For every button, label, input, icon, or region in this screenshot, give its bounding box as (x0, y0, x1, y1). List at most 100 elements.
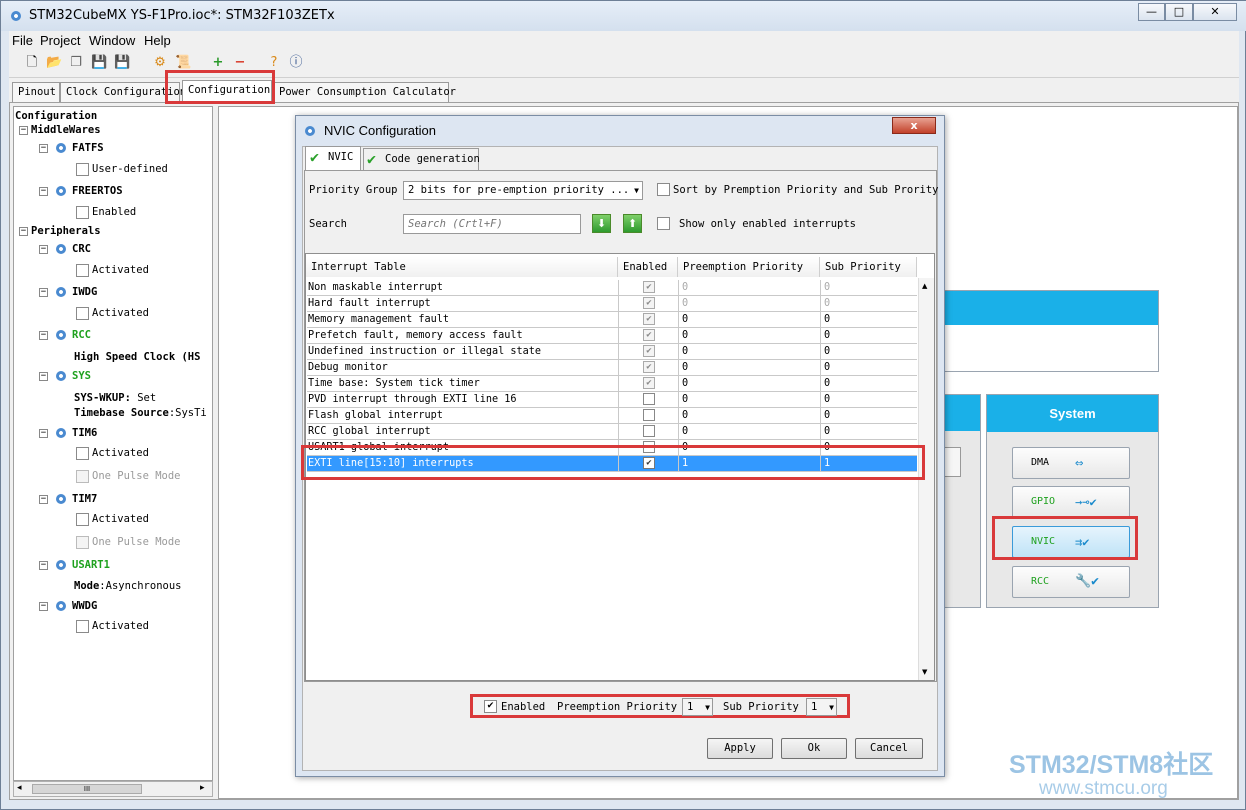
expand-middlewares[interactable]: − (19, 126, 28, 135)
expand-iwdg[interactable]: − (39, 288, 48, 297)
tree-crc[interactable]: CRC (72, 243, 91, 255)
expand-sys[interactable]: − (39, 372, 48, 381)
enabled-checkbox[interactable] (643, 425, 655, 437)
table-row[interactable]: Prefetch fault, memory access fault ✔ 0 0 (307, 328, 917, 344)
tim6-one-pulse-checkbox[interactable] (76, 470, 89, 483)
report-icon[interactable]: 📜 (175, 55, 191, 71)
menu-project[interactable]: Project (40, 33, 80, 48)
tab-clock-configuration[interactable]: Clock Configuration (60, 82, 186, 102)
table-row[interactable]: Time base: System tick timer ✔ 0 0 (307, 376, 917, 392)
tree-rcc[interactable]: RCC (72, 329, 91, 341)
copy-icon[interactable]: ❐ (68, 55, 84, 71)
expand-crc[interactable]: − (39, 245, 48, 254)
table-row[interactable]: Debug monitor ✔ 0 0 (307, 360, 917, 376)
enabled-checkbox[interactable] (643, 409, 655, 421)
enabled-checkbox[interactable] (643, 393, 655, 405)
zoom-in-icon[interactable]: + (210, 55, 226, 71)
tree-wwdg[interactable]: WWDG (72, 600, 97, 612)
scroll-down-icon[interactable]: ▼ (922, 668, 927, 676)
table-row[interactable]: Hard fault interrupt ✔ 0 0 (307, 296, 917, 312)
tab-nvic[interactable]: ✔ NVIC (305, 146, 361, 170)
search-input[interactable] (403, 214, 581, 234)
tree-peripherals[interactable]: Peripherals (31, 225, 101, 237)
expand-tim6[interactable]: − (39, 429, 48, 438)
about-icon[interactable]: ⓘ (288, 55, 304, 71)
system-dma-button[interactable]: DMA ⇔ (1012, 447, 1130, 479)
column-header-preemption[interactable]: Preemption Priority (678, 257, 820, 277)
tree-iwdg[interactable]: IWDG (72, 286, 97, 298)
column-header-sub-priority[interactable]: Sub Priority (820, 257, 917, 277)
interrupt-name: RCC global interrupt (307, 424, 619, 439)
tree-tim6[interactable]: TIM6 (72, 427, 97, 439)
save-icon[interactable]: 💾 (91, 55, 107, 71)
expand-freertos[interactable]: − (39, 187, 48, 196)
tab-pinout[interactable]: Pinout (12, 82, 60, 102)
expand-wwdg[interactable]: − (39, 602, 48, 611)
table-row[interactable]: Memory management fault ✔ 0 0 (307, 312, 917, 328)
tree-tim7[interactable]: TIM7 (72, 493, 97, 505)
scroll-thumb[interactable]: III (32, 784, 142, 794)
menu-window[interactable]: Window (89, 33, 135, 48)
fatfs-user-defined-checkbox[interactable] (76, 163, 89, 176)
system-gpio-button[interactable]: GPIO →⊸✔ (1012, 486, 1130, 518)
tree-sys[interactable]: SYS (72, 370, 91, 382)
tab-power-consumption[interactable]: Power Consumption Calculator (273, 82, 456, 102)
tree-horizontal-scrollbar[interactable]: ◂ III ▸ (13, 781, 213, 797)
table-row[interactable]: Flash global interrupt 0 0 (307, 408, 917, 424)
open-folder-icon[interactable]: 📂 (46, 55, 62, 71)
tim6-activated-checkbox[interactable] (76, 447, 89, 460)
tree-usart1[interactable]: USART1 (72, 559, 110, 571)
priority-group-select[interactable]: 2 bits for pre-emption priority ... ▼ (403, 181, 643, 200)
scroll-left-icon[interactable]: ◂ (17, 783, 22, 793)
generate-code-icon[interactable]: ⚙ (152, 55, 168, 71)
tim7-one-pulse-label: One Pulse Mode (92, 536, 181, 548)
help-icon[interactable]: ? (266, 55, 282, 71)
ok-button[interactable]: Ok (781, 738, 847, 759)
zoom-out-icon[interactable]: − (232, 55, 248, 71)
tab-nvic-label: NVIC (328, 151, 354, 163)
column-header-interrupt[interactable]: Interrupt Table (306, 257, 618, 277)
crc-activated-checkbox[interactable] (76, 264, 89, 277)
expand-peripherals[interactable]: − (19, 227, 28, 236)
expand-usart1[interactable]: − (39, 561, 48, 570)
tab-code-generation[interactable]: ✔ Code generation (363, 148, 480, 170)
maximize-button[interactable]: □ (1165, 3, 1193, 21)
new-project-icon[interactable]: 🗋 (24, 55, 40, 71)
scroll-right-icon[interactable]: ▸ (200, 783, 205, 793)
preemption-priority-select[interactable]: 1 ▼ (682, 698, 713, 716)
show-enabled-checkbox[interactable] (657, 217, 670, 230)
preemption-priority-cell: 0 (679, 312, 821, 327)
tree-fatfs[interactable]: FATFS (72, 142, 104, 154)
tim7-activated-checkbox[interactable] (76, 513, 89, 526)
tree-freertos[interactable]: FREERTOS (72, 185, 123, 197)
cancel-button[interactable]: Cancel (855, 738, 923, 759)
apply-button[interactable]: Apply (707, 738, 773, 759)
menu-file[interactable]: File (12, 33, 33, 48)
table-row[interactable]: Undefined instruction or illegal state ✔ 0… (307, 344, 917, 360)
table-row[interactable]: Non maskable interrupt ✔ 0 0 (307, 280, 917, 296)
system-rcc-button[interactable]: RCC 🔧✔ (1012, 566, 1130, 598)
tree-middlewares[interactable]: MiddleWares (31, 124, 101, 136)
save-as-icon[interactable]: 💾 (114, 55, 130, 71)
column-header-enabled[interactable]: Enabled (618, 257, 678, 277)
sub-priority-select[interactable]: 1 ▼ (806, 698, 837, 716)
expand-fatfs[interactable]: − (39, 144, 48, 153)
peripheral-button[interactable] (943, 447, 961, 477)
tim7-one-pulse-checkbox[interactable] (76, 536, 89, 549)
expand-rcc[interactable]: − (39, 331, 48, 340)
search-down-icon[interactable]: ⬇ (592, 214, 611, 233)
table-row[interactable]: RCC global interrupt 0 0 (307, 424, 917, 440)
iwdg-activated-checkbox[interactable] (76, 307, 89, 320)
wwdg-activated-checkbox[interactable] (76, 620, 89, 633)
menu-help[interactable]: Help (144, 33, 171, 48)
bottom-enabled-checkbox[interactable]: ✔ (484, 700, 497, 713)
minimize-button[interactable]: — (1138, 3, 1165, 21)
sort-checkbox[interactable] (657, 183, 670, 196)
table-row[interactable]: PVD interrupt through EXTI line 16 0 0 (307, 392, 917, 408)
freertos-enabled-checkbox[interactable] (76, 206, 89, 219)
scroll-up-icon[interactable]: ▲ (922, 282, 927, 290)
close-window-button[interactable]: ✕ (1193, 3, 1237, 21)
expand-tim7[interactable]: − (39, 495, 48, 504)
search-up-icon[interactable]: ⬆ (623, 214, 642, 233)
dialog-close-button[interactable]: x (892, 117, 936, 134)
